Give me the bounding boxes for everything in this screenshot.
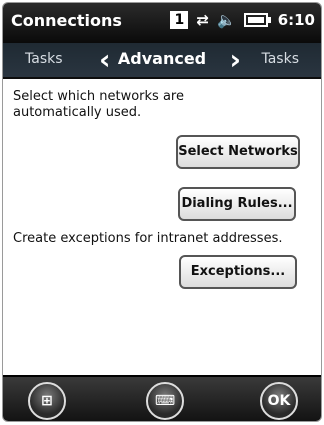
exceptions-button[interactable]: Exceptions... — [179, 255, 297, 289]
sim-badge: 1 — [170, 11, 189, 29]
app-title: Connections — [11, 11, 122, 30]
device-screen: Connections 1 ⇄ 🔈 6:10 Tasks ‹ Advanced … — [2, 2, 322, 422]
dialing-rules-button[interactable]: Dialing Rules... — [178, 187, 296, 221]
title-bar: Connections 1 ⇄ 🔈 6:10 — [3, 3, 321, 43]
keyboard-icon[interactable]: ⌨ — [146, 382, 184, 420]
main-content: Select which networks are automatically … — [3, 79, 321, 371]
bottom-bar: ⊞ ⌨ OK — [3, 375, 321, 421]
battery-icon — [243, 13, 271, 27]
status-area: 1 ⇄ 🔈 6:10 — [170, 11, 315, 29]
exceptions-text: Create exceptions for intranet addresses… — [13, 231, 283, 246]
data-transfer-icon: ⇄ — [196, 11, 209, 29]
volume-icon[interactable]: 🔈 — [217, 11, 236, 29]
ok-button[interactable]: OK — [260, 382, 298, 420]
clock[interactable]: 6:10 — [278, 11, 315, 29]
auto-networks-text: Select which networks are automatically … — [13, 89, 184, 120]
tab-strip: Tasks ‹ Advanced › Tasks — [3, 43, 321, 79]
chevron-right-icon[interactable]: › — [229, 43, 241, 77]
tab-next[interactable]: Tasks — [261, 51, 299, 67]
select-networks-button[interactable]: Select Networks — [176, 135, 300, 169]
windows-start-icon[interactable]: ⊞ — [28, 382, 66, 420]
